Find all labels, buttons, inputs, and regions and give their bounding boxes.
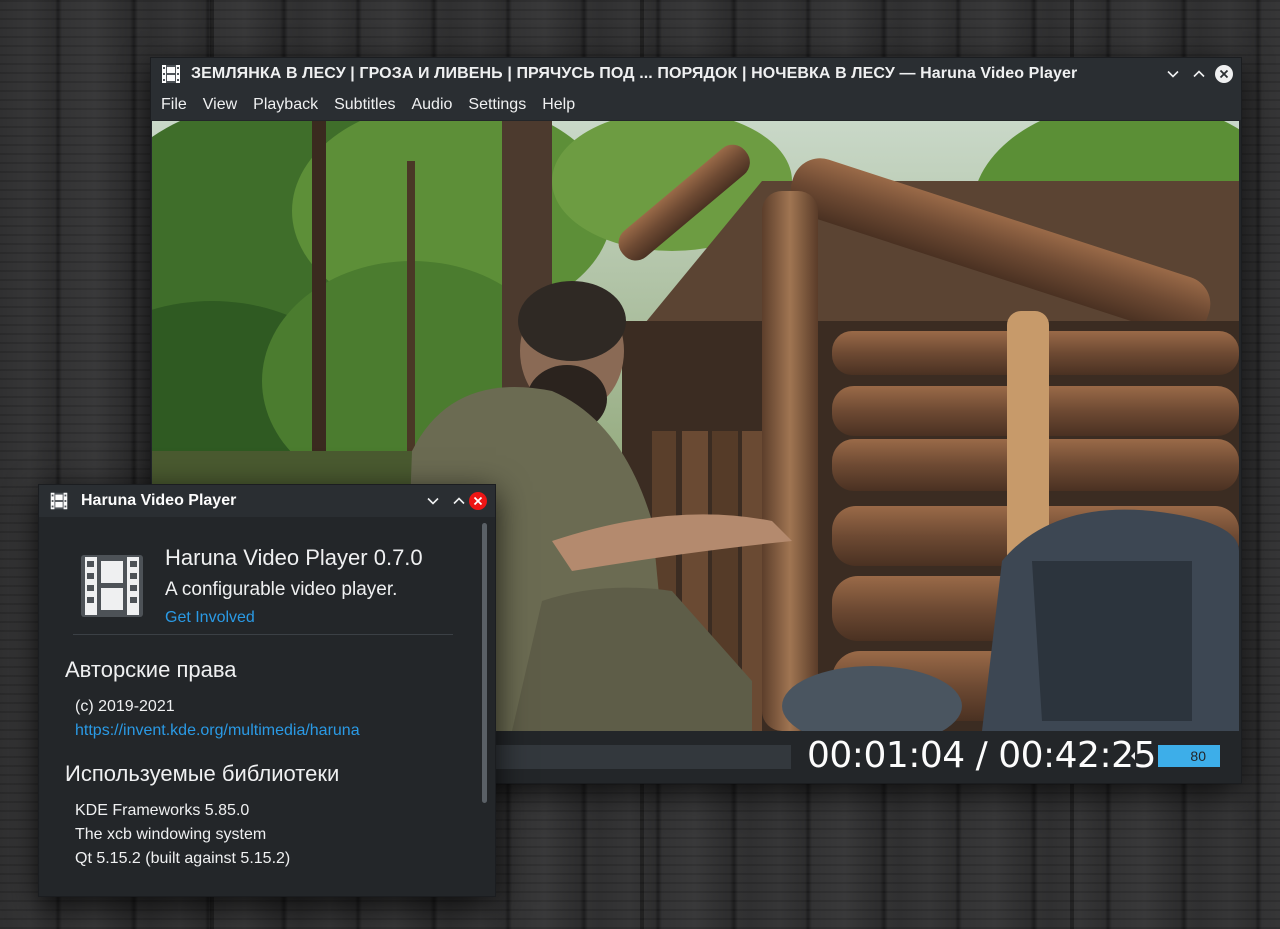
library-item: KDE Frameworks 5.85.0 [75, 802, 250, 819]
speaker-icon[interactable] [1129, 749, 1141, 763]
close-icon [473, 496, 483, 506]
chevron-down-icon [1167, 70, 1179, 78]
menu-playback[interactable]: Playback [245, 90, 326, 120]
close-icon [1219, 69, 1229, 79]
homepage-link[interactable]: https://invent.kde.org/multimedia/haruna [75, 722, 360, 740]
about-title: Haruna Video Player [81, 492, 237, 509]
get-involved-link[interactable]: Get Involved [165, 609, 255, 627]
close-button[interactable] [1215, 65, 1233, 83]
maximize-button[interactable] [1189, 64, 1209, 84]
main-titlebar[interactable]: ЗЕМЛЯНКА В ЛЕСУ | ГРОЗА И ЛИВЕНЬ | ПРЯЧУ… [151, 58, 1241, 90]
minimize-button[interactable] [1163, 64, 1183, 84]
time-display: 00:01:04 / 00:42:25 [807, 735, 1156, 776]
menubar: File View Playback Subtitles Audio Setti… [151, 90, 1241, 120]
about-minimize-button[interactable] [423, 491, 443, 511]
volume-slider[interactable]: 80 [1158, 745, 1220, 767]
library-item: The xcb windowing system [75, 826, 267, 843]
chevron-up-icon [453, 497, 465, 505]
about-content: Haruna Video Player 0.7.0 A configurable… [39, 517, 495, 896]
window-title: ЗЕМЛЯНКА В ЛЕСУ | ГРОЗА И ЛИВЕНЬ | ПРЯЧУ… [191, 65, 1078, 82]
menu-audio[interactable]: Audio [403, 90, 460, 120]
menu-settings[interactable]: Settings [460, 90, 534, 120]
menu-subtitles[interactable]: Subtitles [326, 90, 403, 120]
menu-view[interactable]: View [195, 90, 245, 120]
about-dialog: Haruna Video Player Haruna Video Player … [38, 484, 496, 897]
menu-file[interactable]: File [153, 90, 195, 120]
chevron-up-icon [1193, 70, 1205, 78]
copyright-years: (c) 2019-2021 [75, 698, 175, 715]
app-name: Haruna Video Player 0.7.0 [165, 545, 423, 570]
menu-help[interactable]: Help [534, 90, 583, 120]
film-strip-icon [50, 492, 68, 510]
about-titlebar[interactable]: Haruna Video Player [39, 485, 495, 517]
copyright-heading: Авторские права [65, 657, 237, 682]
film-strip-icon [162, 65, 180, 83]
about-close-button[interactable] [469, 492, 487, 510]
libraries-heading: Используемые библиотеки [65, 761, 340, 786]
library-item: Qt 5.15.2 (built against 5.15.2) [75, 850, 291, 867]
app-description: A configurable video player. [165, 579, 398, 600]
header-separator [73, 634, 453, 635]
chevron-down-icon [427, 497, 439, 505]
volume-value: 80 [1190, 748, 1206, 764]
about-scrollbar[interactable] [482, 523, 487, 803]
film-strip-icon [81, 555, 143, 617]
about-maximize-button[interactable] [449, 491, 469, 511]
